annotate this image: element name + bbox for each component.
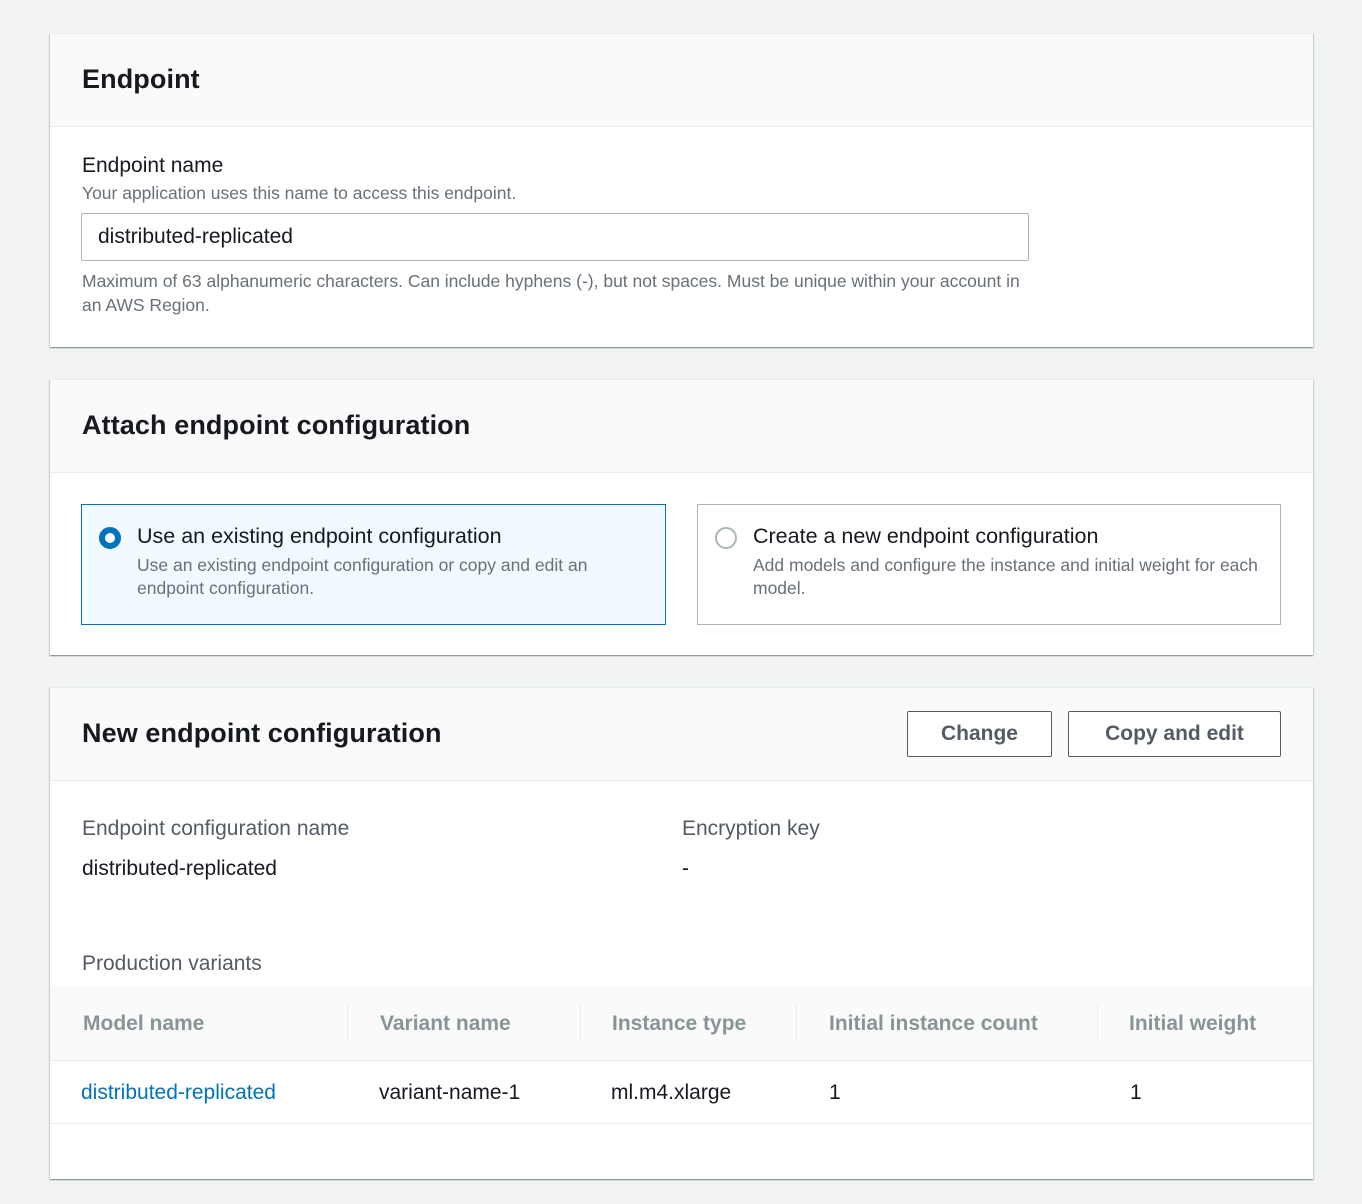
use-existing-title: Use an existing endpoint configuration: [137, 524, 502, 548]
endpoint-panel-title: Endpoint: [82, 64, 200, 94]
new-config-panel-title: New endpoint configuration: [82, 718, 442, 748]
copy-and-edit-button[interactable]: Copy and edit: [1068, 711, 1281, 757]
create-new-config-tile[interactable]: Create a new endpoint configuration Add …: [697, 504, 1281, 625]
endpoint-panel-header: Endpoint: [50, 34, 1313, 127]
production-variants-label: Production variants: [82, 952, 262, 975]
new-config-panel: New endpoint configuration Change Copy a…: [50, 687, 1313, 1179]
column-header-variant-name[interactable]: Variant name: [380, 986, 511, 1061]
create-new-description: Add models and configure the instance an…: [753, 555, 1258, 598]
column-divider: [347, 1004, 348, 1042]
attach-config-panel: Attach endpoint configuration Use an exi…: [50, 379, 1313, 655]
model-name-link[interactable]: distributed-replicated: [81, 1062, 276, 1124]
variant-name-cell: variant-name-1: [379, 1081, 521, 1104]
create-new-title: Create a new endpoint configuration: [753, 524, 1099, 548]
column-divider: [796, 1004, 797, 1042]
use-existing-description: Use an existing endpoint configuration o…: [137, 555, 588, 598]
config-name-value: distributed-replicated: [82, 857, 277, 880]
column-divider: [580, 1004, 581, 1042]
variants-table-header: Model name Variant name Instance type In…: [50, 986, 1313, 1061]
endpoint-panel: Endpoint Endpoint name Your application …: [50, 33, 1313, 347]
endpoint-name-label: Endpoint name: [82, 154, 224, 177]
create-new-radio[interactable]: [715, 527, 737, 549]
column-header-initial-instance-count[interactable]: Initial instance count: [829, 986, 1038, 1061]
encryption-key-label: Encryption key: [682, 817, 820, 840]
column-divider: [1097, 1004, 1098, 1042]
endpoint-name-constraint: Maximum of 63 alphanumeric characters. C…: [82, 271, 1020, 315]
endpoint-name-input[interactable]: [81, 213, 1029, 261]
table-row: distributed-replicated variant-name-1 ml…: [50, 1062, 1313, 1124]
column-header-instance-type[interactable]: Instance type: [612, 986, 746, 1061]
column-header-model-name[interactable]: Model name: [83, 986, 204, 1061]
attach-config-panel-title: Attach endpoint configuration: [82, 410, 471, 440]
initial-instance-count-cell: 1: [829, 1081, 841, 1104]
instance-type-cell: ml.m4.xlarge: [611, 1081, 732, 1104]
encryption-key-value: -: [682, 857, 689, 880]
config-name-label: Endpoint configuration name: [82, 817, 350, 840]
endpoint-name-description: Your application uses this name to acces…: [82, 183, 517, 203]
initial-weight-cell: 1: [1130, 1081, 1142, 1104]
change-button[interactable]: Change: [907, 711, 1052, 757]
use-existing-radio[interactable]: [99, 527, 121, 549]
column-header-initial-weight[interactable]: Initial weight: [1129, 986, 1256, 1061]
use-existing-config-tile[interactable]: Use an existing endpoint configuration U…: [81, 504, 666, 625]
new-config-panel-header: New endpoint configuration Change Copy a…: [50, 688, 1313, 781]
attach-config-panel-header: Attach endpoint configuration: [50, 380, 1313, 473]
